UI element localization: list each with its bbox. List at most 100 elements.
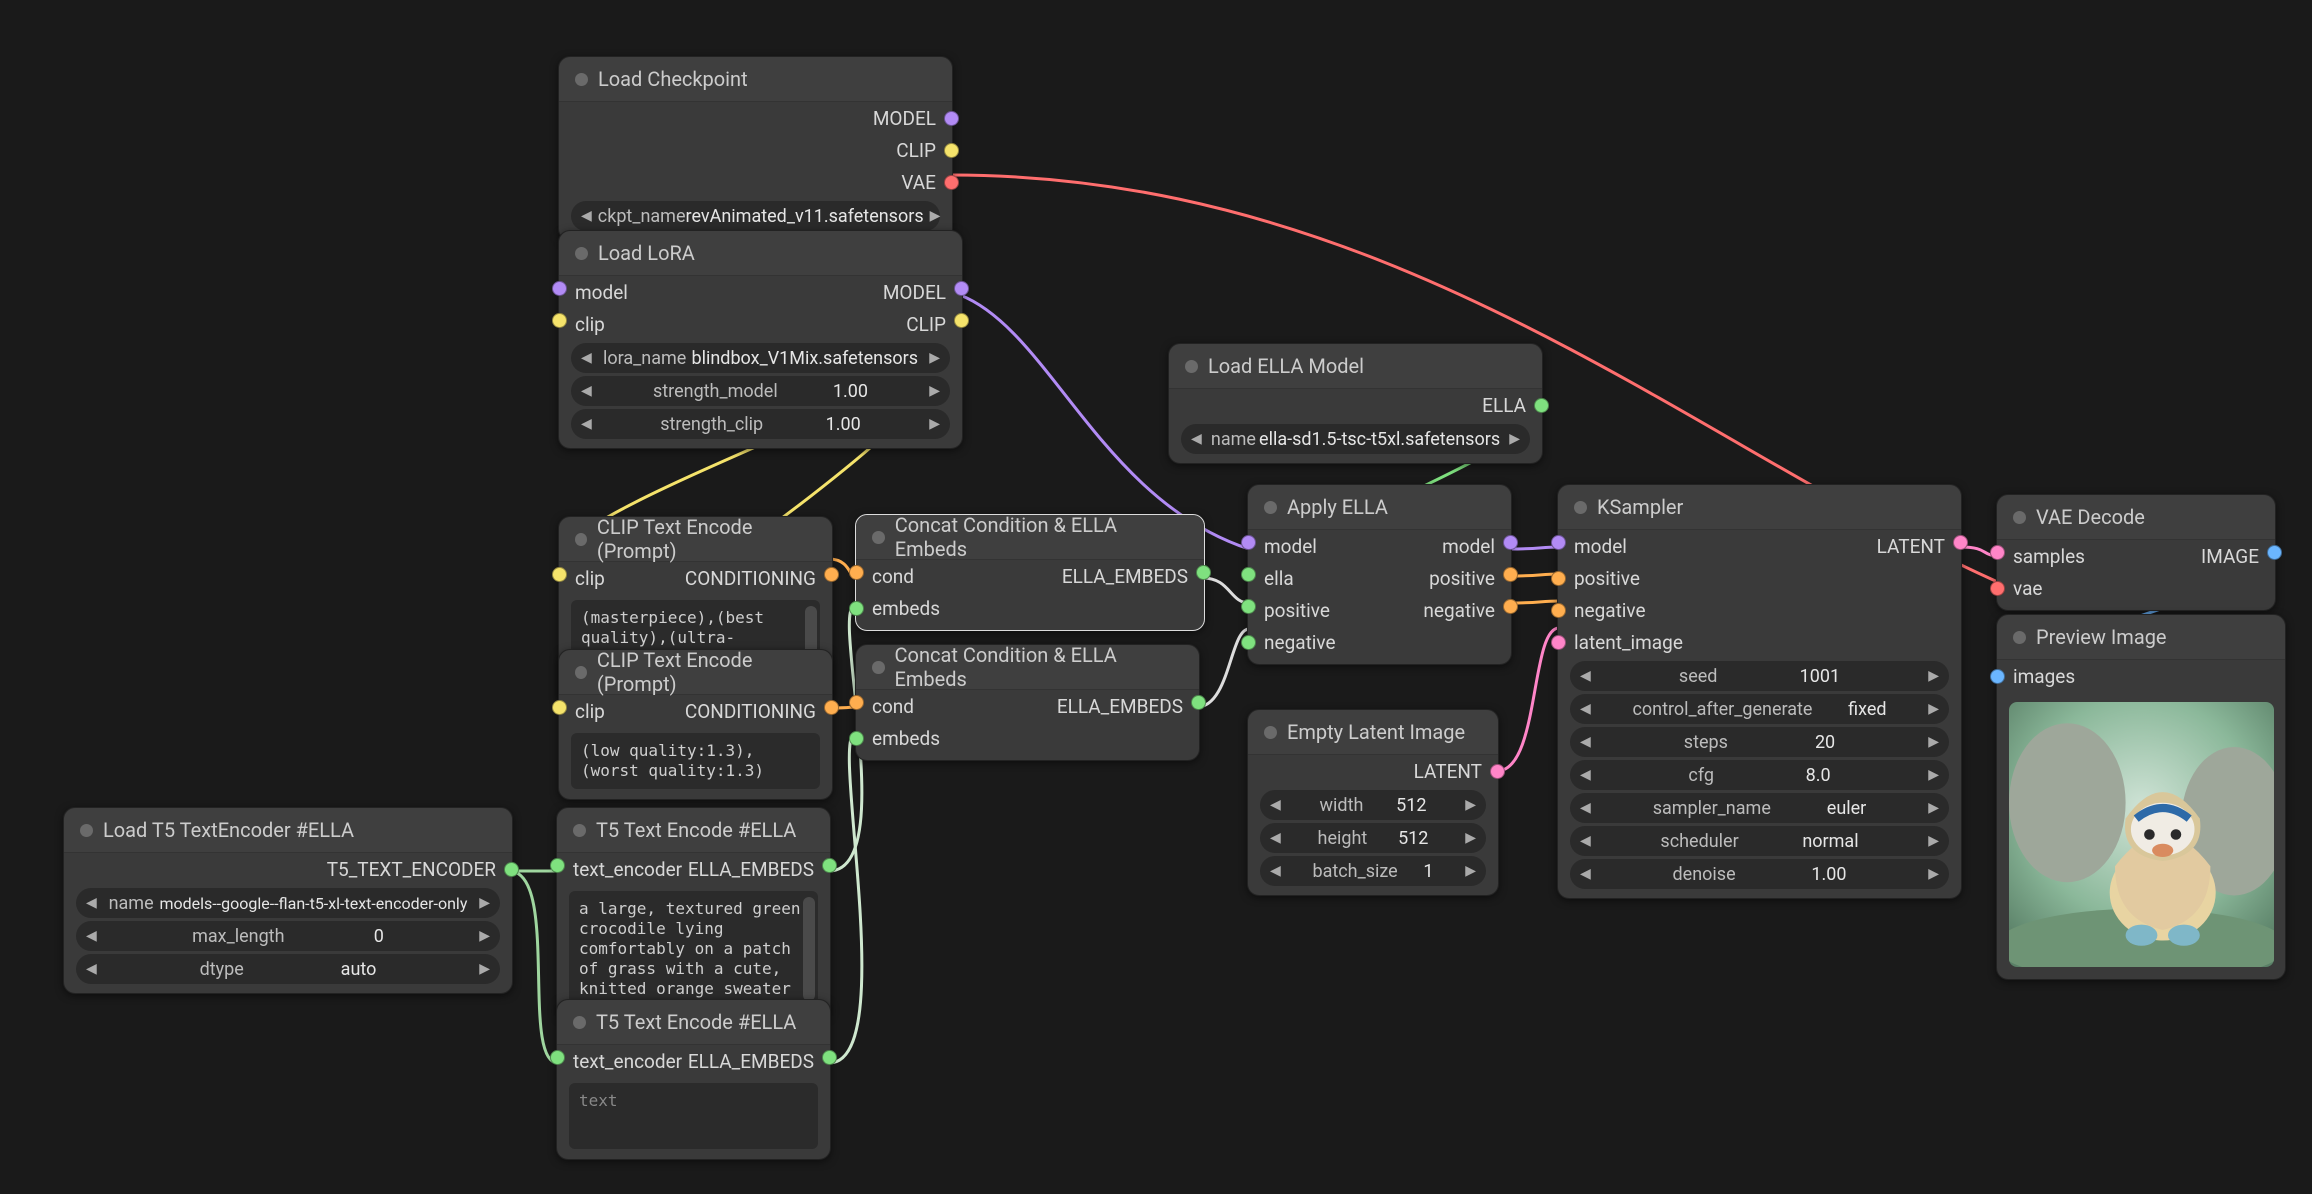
- port-clip-in[interactable]: [552, 567, 567, 582]
- port-latent-out[interactable]: [1953, 535, 1968, 550]
- widget-scheduler[interactable]: ◀schedulernormal▶: [1570, 826, 1949, 856]
- port-image-out[interactable]: [2267, 545, 2282, 560]
- port-ella-in[interactable]: [1241, 567, 1256, 582]
- collapse-icon[interactable]: [1264, 501, 1277, 514]
- collapse-icon[interactable]: [575, 73, 588, 86]
- widget-max-length[interactable]: ◀max_length0▶: [76, 921, 500, 951]
- arrow-left-icon[interactable]: ◀: [577, 416, 596, 432]
- port-vae-out[interactable]: [944, 175, 959, 190]
- node-load-t5[interactable]: Load T5 TextEncoder #ELLA T5_TEXT_ENCODE…: [63, 807, 513, 994]
- arrow-left-icon[interactable]: ◀: [1576, 866, 1595, 882]
- arrow-right-icon[interactable]: ▶: [475, 961, 494, 977]
- node-load-checkpoint[interactable]: Load Checkpoint MODEL CLIP VAE ◀ ckpt_na…: [558, 56, 953, 241]
- arrow-left-icon[interactable]: ◀: [1576, 701, 1595, 717]
- prompt-textbox[interactable]: text: [569, 1083, 818, 1149]
- widget-sampler-name[interactable]: ◀sampler_nameeuler▶: [1570, 793, 1949, 823]
- port-model-in[interactable]: [1241, 535, 1256, 550]
- arrow-right-icon[interactable]: ▶: [925, 350, 944, 366]
- arrow-right-icon[interactable]: ▶: [1924, 833, 1943, 849]
- collapse-icon[interactable]: [573, 1016, 586, 1029]
- node-ksampler[interactable]: KSampler modelLATENT positive negative l…: [1557, 484, 1962, 899]
- collapse-icon[interactable]: [575, 533, 587, 546]
- prompt-textbox[interactable]: a large, textured green crocodile lying …: [569, 891, 818, 1007]
- arrow-right-icon[interactable]: ▶: [1924, 734, 1943, 750]
- node-clip-encode-neg[interactable]: CLIP Text Encode (Prompt) clip CONDITION…: [558, 649, 833, 800]
- widget-ckpt-name[interactable]: ◀ ckpt_name revAnimated_v11.safetensors …: [571, 201, 940, 231]
- port-ella-out[interactable]: [1534, 398, 1549, 413]
- arrow-left-icon[interactable]: ◀: [1187, 431, 1206, 447]
- arrow-right-icon[interactable]: ▶: [925, 416, 944, 432]
- node-vae-decode[interactable]: VAE Decode samplesIMAGE vae: [1996, 494, 2276, 611]
- port-cond-in[interactable]: [849, 695, 864, 710]
- widget-batch-size[interactable]: ◀batch_size1▶: [1260, 856, 1486, 886]
- arrow-right-icon[interactable]: ▶: [1461, 797, 1480, 813]
- port-clip-out[interactable]: [944, 143, 959, 158]
- collapse-icon[interactable]: [2013, 511, 2026, 524]
- widget-dtype[interactable]: ◀dtypeauto▶: [76, 954, 500, 984]
- widget-ella-name[interactable]: ◀nameella-sd1.5-tsc-t5xl.safetensors▶: [1181, 424, 1530, 454]
- port-cond-out[interactable]: [824, 700, 839, 715]
- widget-cfg[interactable]: ◀cfg8.0▶: [1570, 760, 1949, 790]
- node-titlebar[interactable]: Load Checkpoint: [559, 57, 952, 102]
- port-t5-in[interactable]: [550, 1050, 565, 1065]
- node-empty-latent[interactable]: Empty Latent Image LATENT ◀width512▶ ◀he…: [1247, 709, 1499, 896]
- preview-thumbnail[interactable]: [2009, 702, 2274, 967]
- node-titlebar[interactable]: Empty Latent Image: [1248, 710, 1498, 755]
- node-titlebar[interactable]: Load ELLA Model: [1169, 344, 1542, 389]
- port-embeds-out[interactable]: [822, 1050, 837, 1065]
- arrow-right-icon[interactable]: ▶: [1924, 800, 1943, 816]
- node-titlebar[interactable]: CLIP Text Encode (Prompt): [559, 517, 832, 562]
- port-t5-in[interactable]: [550, 858, 565, 873]
- port-neg-out[interactable]: [1503, 599, 1518, 614]
- port-model-in[interactable]: [552, 281, 567, 296]
- collapse-icon[interactable]: [872, 661, 885, 674]
- widget-steps[interactable]: ◀steps20▶: [1570, 727, 1949, 757]
- arrow-left-icon[interactable]: ◀: [82, 928, 101, 944]
- widget-control-after-generate[interactable]: ◀control_after_generatefixed▶: [1570, 694, 1949, 724]
- arrow-left-icon[interactable]: ◀: [1576, 800, 1595, 816]
- port-pos-in[interactable]: [1241, 599, 1256, 614]
- arrow-right-icon[interactable]: ▶: [1505, 431, 1524, 447]
- widget-strength-clip[interactable]: ◀strength_clip1.00▶: [571, 409, 950, 439]
- widget-strength-model[interactable]: ◀strength_model1.00▶: [571, 376, 950, 406]
- collapse-icon[interactable]: [575, 666, 587, 679]
- node-load-lora[interactable]: Load LoRA model MODEL clip CLIP ◀lora_na…: [558, 230, 963, 449]
- arrow-left-icon[interactable]: ◀: [1576, 668, 1595, 684]
- arrow-right-icon[interactable]: ▶: [925, 383, 944, 399]
- arrow-left-icon[interactable]: ◀: [1576, 833, 1595, 849]
- port-pos-in[interactable]: [1551, 571, 1566, 586]
- arrow-right-icon[interactable]: ▶: [475, 928, 494, 944]
- port-model-out[interactable]: [954, 281, 969, 296]
- collapse-icon[interactable]: [575, 247, 588, 260]
- port-clip-in[interactable]: [552, 700, 567, 715]
- port-embeds-in[interactable]: [849, 601, 864, 616]
- node-titlebar[interactable]: Preview Image: [1997, 615, 2285, 660]
- arrow-right-icon[interactable]: ▶: [1924, 866, 1943, 882]
- port-model-out[interactable]: [1503, 535, 1518, 550]
- port-embeds-in[interactable]: [849, 731, 864, 746]
- widget-width[interactable]: ◀width512▶: [1260, 790, 1486, 820]
- port-model-out[interactable]: [944, 111, 959, 126]
- node-titlebar[interactable]: Concat Condition & ELLA Embeds: [856, 515, 1204, 560]
- collapse-icon[interactable]: [1574, 501, 1587, 514]
- collapse-icon[interactable]: [872, 531, 885, 544]
- port-model-in[interactable]: [1551, 535, 1566, 550]
- node-graph-canvas[interactable]: Load Checkpoint MODEL CLIP VAE ◀ ckpt_na…: [0, 0, 2312, 1194]
- widget-lora-name[interactable]: ◀lora_nameblindbox_V1Mix.safetensors▶: [571, 343, 950, 373]
- port-t5-out[interactable]: [504, 862, 519, 877]
- arrow-right-icon[interactable]: ▶: [1924, 767, 1943, 783]
- node-t5-encode-a[interactable]: T5 Text Encode #ELLA text_encoder ELLA_E…: [556, 807, 831, 1018]
- node-concat-a[interactable]: Concat Condition & ELLA Embeds cond ELLA…: [855, 514, 1205, 631]
- node-apply-ella[interactable]: Apply ELLA modelmodel ellapositive posit…: [1247, 484, 1512, 665]
- arrow-left-icon[interactable]: ◀: [82, 961, 101, 977]
- port-pos-out[interactable]: [1503, 567, 1518, 582]
- widget-seed[interactable]: ◀seed1001▶: [1570, 661, 1949, 691]
- node-titlebar[interactable]: T5 Text Encode #ELLA: [557, 1000, 830, 1045]
- node-titlebar[interactable]: KSampler: [1558, 485, 1961, 530]
- arrow-right-icon[interactable]: ▶: [1461, 830, 1480, 846]
- arrow-left-icon[interactable]: ◀: [82, 895, 101, 911]
- node-preview-image[interactable]: Preview Image images: [1996, 614, 2286, 980]
- widget-denoise[interactable]: ◀denoise1.00▶: [1570, 859, 1949, 889]
- node-load-ella[interactable]: Load ELLA Model ELLA ◀nameella-sd1.5-tsc…: [1168, 343, 1543, 464]
- arrow-right-icon[interactable]: ▶: [926, 208, 945, 224]
